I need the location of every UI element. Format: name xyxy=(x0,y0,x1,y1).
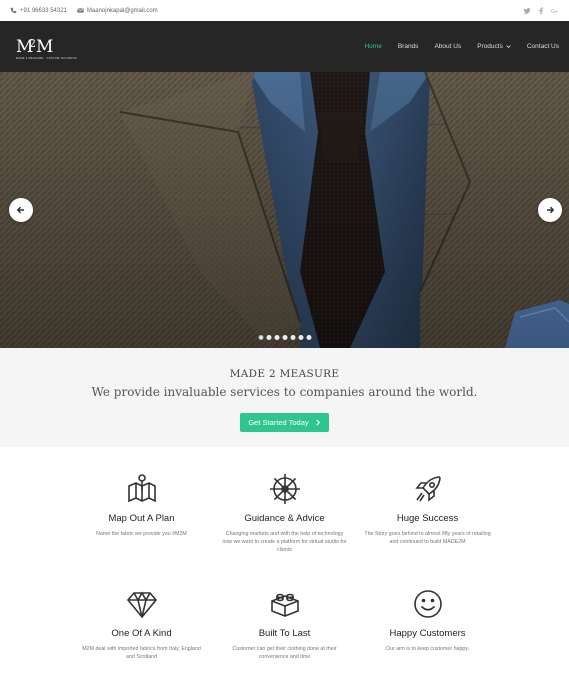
nav-contact-label: Contact Us xyxy=(526,43,559,50)
nav-brands[interactable]: Brands xyxy=(390,43,427,50)
phone-icon xyxy=(10,7,17,14)
get-started-label: Get Started Today xyxy=(248,418,309,427)
feature-title: Built To Last xyxy=(258,628,311,639)
feature-title: Guidance & Advice xyxy=(244,513,325,524)
envelope-icon xyxy=(77,8,84,13)
diamond-icon xyxy=(126,591,157,619)
smiley-icon xyxy=(413,590,442,618)
features-grid: Map Out A Plan Name the fabric we provid… xyxy=(0,447,569,677)
hero-image xyxy=(0,72,569,348)
nav-products[interactable]: Products xyxy=(469,43,519,50)
arrow-right-icon xyxy=(547,206,555,214)
feature-text: Customer can get their clothing done at … xyxy=(232,646,337,661)
get-started-button[interactable]: Get Started Today xyxy=(240,413,329,432)
slider-next-button[interactable] xyxy=(538,198,562,222)
cta-section: MADE 2 MEASURE We provide invaluable ser… xyxy=(0,348,569,447)
google-plus-icon[interactable]: G+ xyxy=(551,7,559,15)
slider-dot[interactable] xyxy=(282,335,287,340)
logo-tagline: MADE 2 MEASURE · CUSTOM TAILORING xyxy=(16,56,78,60)
main-navbar: M 2 M MADE 2 MEASURE · CUSTOM TAILORING … xyxy=(0,21,569,72)
svg-text:M: M xyxy=(36,37,53,56)
facebook-icon[interactable] xyxy=(537,6,545,15)
nav-products-label: Products xyxy=(477,43,503,50)
feature-card: One Of A Kind M2M deal with imported fab… xyxy=(70,584,213,677)
feature-title: Happy Customers xyxy=(389,628,466,639)
rocket-icon xyxy=(414,476,441,502)
logo-mark: M 2 M xyxy=(16,37,53,56)
svg-text:G+: G+ xyxy=(551,9,558,15)
phone-contact[interactable]: +91 96633 54321 xyxy=(10,7,67,14)
slider-dot[interactable] xyxy=(274,335,279,340)
slider-dot[interactable] xyxy=(266,335,271,340)
cta-title: MADE 2 MEASURE xyxy=(229,368,340,380)
feature-text: Changing markets and with the help of te… xyxy=(222,531,347,554)
logo[interactable]: M 2 M MADE 2 MEASURE · CUSTOM TAILORING xyxy=(16,34,77,60)
feature-card: Built To Last Customer can get their clo… xyxy=(213,584,356,677)
slider-prev-button[interactable] xyxy=(9,198,33,222)
nav-home-label: Home xyxy=(364,43,382,50)
feature-text: Our aim is to keep customer happy. xyxy=(385,646,470,652)
lego-brick-icon xyxy=(270,593,299,617)
phone-number: +91 96633 54321 xyxy=(20,7,67,14)
feature-card: Guidance & Advice Changing markets and w… xyxy=(213,469,356,574)
feature-card: Happy Customers Our aim is to keep custo… xyxy=(356,584,499,677)
nav-contact-us[interactable]: Contact Us xyxy=(519,43,559,50)
map-icon xyxy=(127,474,156,503)
main-nav: Home Brands About Us Products Contact Us xyxy=(356,43,559,50)
arrow-left-icon xyxy=(16,206,24,214)
feature-text: The Story goes behind to almost fifty ye… xyxy=(364,531,491,546)
feature-text: M2M deal with imported fabrics from Ital… xyxy=(82,646,201,661)
slider-dot[interactable] xyxy=(290,335,295,340)
email-address: Maanojnkapal@gmail.com xyxy=(86,7,158,14)
feature-card: Map Out A Plan Name the fabric we provid… xyxy=(70,469,213,574)
feature-text: Name the fabric we provide you #M2M xyxy=(96,531,187,537)
slider-dot[interactable] xyxy=(298,335,303,340)
slider-pagination xyxy=(258,335,311,340)
feature-title: Map Out A Plan xyxy=(108,513,175,524)
nav-home[interactable]: Home xyxy=(356,43,389,50)
hero-slider[interactable] xyxy=(0,72,569,348)
ship-wheel-icon xyxy=(269,474,300,504)
slider-dot[interactable] xyxy=(258,335,263,340)
top-bar: +91 96633 54321 Maanojnkapal@gmail.com G… xyxy=(0,0,569,21)
feature-title: Huge Success xyxy=(396,513,459,524)
slider-dot[interactable] xyxy=(306,335,311,340)
email-contact[interactable]: Maanojnkapal@gmail.com xyxy=(77,7,158,14)
feature-card: Huge Success The Story goes behind to al… xyxy=(356,469,499,574)
feature-title: One Of A Kind xyxy=(111,628,172,639)
chevron-down-icon xyxy=(506,45,511,48)
nav-about-label: About Us xyxy=(434,43,462,50)
nav-brands-label: Brands xyxy=(397,43,419,50)
svg-text:2: 2 xyxy=(29,37,36,50)
chevron-right-icon xyxy=(315,419,320,426)
nav-about-us[interactable]: About Us xyxy=(426,43,469,50)
cta-subtitle: We provide invaluable services to compan… xyxy=(91,385,478,399)
twitter-icon[interactable] xyxy=(523,7,531,15)
